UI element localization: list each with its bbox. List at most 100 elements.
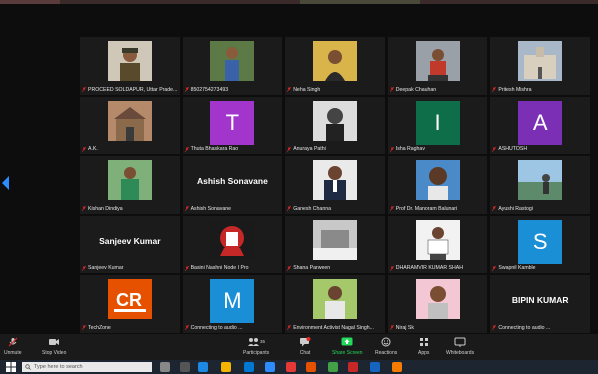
participant-tile[interactable]: Pritesh Mishra bbox=[490, 37, 590, 95]
participant-tile[interactable]: PROCEED SOLDAPUR, Uttar Prade... bbox=[80, 37, 180, 95]
participant-tile[interactable]: T Thuta Bhaskara Rao bbox=[182, 96, 283, 155]
participant-name: Ganesh Channa bbox=[293, 205, 331, 212]
participant-photo bbox=[415, 41, 460, 81]
participants-button[interactable]: 35 Participants bbox=[243, 337, 269, 356]
share-screen-label: Share Screen bbox=[332, 350, 363, 356]
participant-photo bbox=[312, 100, 357, 141]
participant-name: Connecting to audio ... bbox=[190, 324, 243, 331]
windows-start-icon bbox=[6, 362, 16, 372]
muted-mic-icon bbox=[492, 206, 497, 212]
muted-mic-icon bbox=[184, 265, 189, 271]
participant-name: Sanjeev Kumar bbox=[88, 265, 124, 272]
participant-tile[interactable]: Ganesh Channa bbox=[285, 156, 385, 214]
participant-name-label: Neha Singh bbox=[287, 87, 383, 93]
participant-photo bbox=[415, 219, 460, 260]
participant-avatar: M bbox=[210, 279, 255, 324]
participant-tile[interactable]: A ASHUTOSH bbox=[490, 96, 590, 155]
muted-mic-icon bbox=[492, 265, 497, 271]
participant-tile[interactable]: Niraj Sk bbox=[387, 275, 488, 333]
muted-mic-icon bbox=[184, 325, 189, 331]
participant-name-label: 8502754273493 bbox=[184, 87, 281, 93]
participant-tile[interactable]: Anuraya Pathi bbox=[285, 96, 385, 155]
muted-mic-icon bbox=[492, 325, 497, 331]
participant-tile[interactable]: Basini Nashni Node I Pro bbox=[182, 215, 283, 274]
participant-tile[interactable]: Neha Singh bbox=[285, 37, 385, 95]
task-view-icon[interactable] bbox=[180, 362, 190, 372]
share-screen-button[interactable]: Share Screen bbox=[332, 337, 363, 356]
participant-tile[interactable]: Deepak Chauhan bbox=[387, 37, 488, 95]
participant-tile[interactable]: Ayushi Rastogi bbox=[490, 156, 590, 214]
participant-name-label: Environment Activist Nagal Singh... bbox=[287, 325, 383, 331]
participant-name: Isha Raghav bbox=[395, 146, 425, 153]
participant-name: Kishan Dindiya bbox=[88, 205, 123, 212]
participant-tile[interactable]: Environment Activist Nagal Singh... bbox=[285, 275, 385, 333]
participant-name-label: Deepak Chauhan bbox=[389, 87, 486, 93]
top-strip bbox=[0, 0, 598, 4]
stop-video-button[interactable]: Stop Video bbox=[42, 337, 66, 356]
muted-mic-icon bbox=[389, 265, 394, 271]
participant-tile[interactable]: DHARAMVIR KUMAR SHAH bbox=[387, 215, 488, 274]
participant-name: Niraj Sk bbox=[395, 324, 414, 331]
participant-tile[interactable]: Ashish Sonavane Ashish Sonavane bbox=[182, 156, 283, 214]
participant-name: Anuraya Pathi bbox=[293, 146, 326, 153]
muted-mic-icon bbox=[389, 265, 394, 271]
participant-tile[interactable]: Sanjeev Kumar Sanjeev Kumar bbox=[80, 215, 180, 274]
edge-icon[interactable] bbox=[198, 362, 208, 372]
muted-mic-icon bbox=[389, 146, 394, 152]
muted-mic-icon bbox=[492, 265, 497, 271]
muted-mic-icon bbox=[492, 206, 497, 212]
zoom-app-icon[interactable] bbox=[265, 362, 275, 372]
unmute-button[interactable]: Unmute bbox=[4, 337, 22, 356]
muted-mic-icon bbox=[389, 325, 394, 331]
whiteboards-button[interactable]: Whiteboards bbox=[446, 337, 474, 356]
participant-avatar: S bbox=[518, 219, 563, 264]
muted-mic-icon bbox=[82, 146, 86, 152]
chrome-icon[interactable] bbox=[286, 362, 296, 372]
participants-count: 35 bbox=[260, 339, 265, 344]
participant-tile[interactable]: Prof Dr. Manoram Balunari bbox=[387, 156, 488, 214]
muted-mic-icon bbox=[82, 206, 86, 212]
participant-tile[interactable]: Kishan Dindiya bbox=[80, 156, 180, 214]
gallery-prev-arrow[interactable] bbox=[2, 176, 9, 190]
participant-tile[interactable]: S Swapnil Kamble bbox=[490, 215, 590, 274]
chat-icon bbox=[300, 337, 311, 347]
participants-label: Participants bbox=[243, 350, 270, 356]
participant-tile[interactable]: M Connecting to audio ... bbox=[182, 275, 283, 333]
participant-tile[interactable]: Shana Parween bbox=[285, 215, 385, 274]
app-icon-orange[interactable] bbox=[392, 362, 402, 372]
participant-name: Pritesh Mishra bbox=[498, 86, 532, 93]
svg-text:CR: CR bbox=[116, 290, 142, 310]
participant-name: Shana Parween bbox=[293, 265, 331, 272]
apps-button[interactable]: Apps bbox=[418, 337, 429, 356]
app-icon-green[interactable] bbox=[328, 362, 338, 372]
windows-taskbar: Type here to search bbox=[0, 360, 598, 374]
unmute-label: Unmute bbox=[4, 350, 22, 356]
muted-mic-icon bbox=[287, 325, 292, 331]
word-icon[interactable] bbox=[370, 362, 380, 372]
participant-photo bbox=[415, 279, 460, 320]
muted-mic-icon bbox=[82, 146, 86, 152]
reactions-button[interactable]: Reactions bbox=[375, 337, 397, 356]
chat-button[interactable]: Chat bbox=[299, 337, 311, 356]
store-icon[interactable] bbox=[244, 362, 254, 372]
participant-name: Swapnil Kamble bbox=[498, 265, 536, 272]
participant-tile[interactable]: 8502754273493 bbox=[182, 37, 283, 95]
participant-name: Ayushi Rastogi bbox=[498, 205, 533, 212]
participant-photo bbox=[107, 100, 152, 141]
acrobat-icon[interactable] bbox=[348, 362, 358, 372]
cortana-icon[interactable] bbox=[160, 362, 170, 372]
participant-name-label: PROCEED SOLDAPUR, Uttar Prade... bbox=[82, 87, 178, 93]
participant-name: Environment Activist Nagal Singh... bbox=[293, 324, 374, 331]
participant-tile[interactable]: A.K. bbox=[80, 96, 180, 155]
participant-photo bbox=[518, 160, 563, 201]
file-explorer-icon[interactable] bbox=[221, 362, 231, 372]
participant-tile[interactable]: I Isha Raghav bbox=[387, 96, 488, 155]
firefox-icon[interactable] bbox=[306, 362, 316, 372]
participant-name: Ashish Sonavane bbox=[190, 205, 231, 212]
participant-tile[interactable]: BIPIN KUMAR Connecting to audio ... bbox=[490, 275, 590, 333]
participant-name: PROCEED SOLDAPUR, Uttar Prade... bbox=[88, 86, 178, 93]
taskbar-search-input[interactable]: Type here to search bbox=[22, 362, 152, 372]
participant-tile[interactable]: CR TechZone bbox=[80, 275, 180, 333]
muted-mic-icon bbox=[287, 325, 292, 331]
muted-mic-icon bbox=[389, 325, 394, 331]
